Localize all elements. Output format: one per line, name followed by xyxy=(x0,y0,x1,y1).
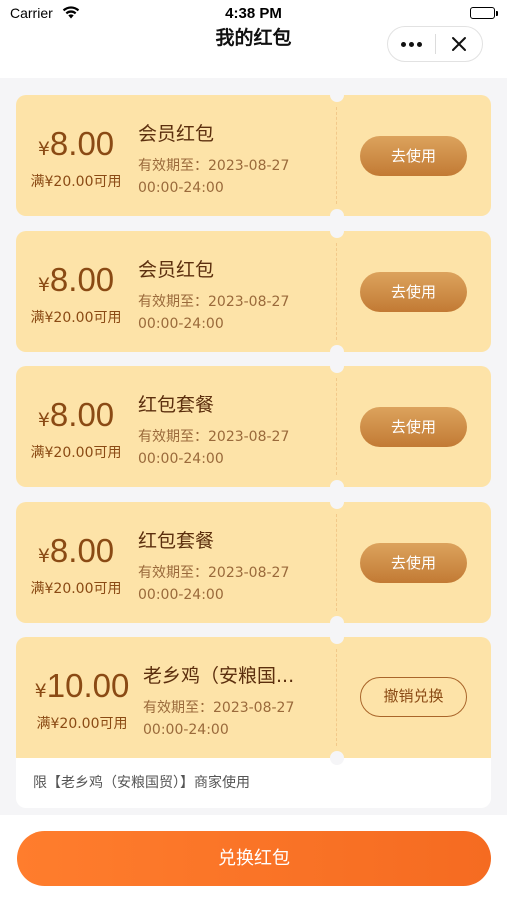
coupon-notch xyxy=(330,630,344,644)
use-coupon-button[interactable]: 去使用 xyxy=(360,542,467,583)
valid-time: 00:00-24:00 xyxy=(138,451,224,467)
coupon-amount: ¥8.00 xyxy=(16,261,136,299)
coupon-condition: 满¥20.00可用 xyxy=(36,716,128,732)
coupon-notch xyxy=(330,223,344,238)
coupon-amount: ¥8.00 xyxy=(16,396,136,434)
coupon-card: ¥8.00 满¥20.00可用 会员红包 有效期至：2023-08-27 00:0… xyxy=(16,88,491,223)
coupon-info: 红包套餐 有效期至：2023-08-27 00:00-24:00 xyxy=(138,526,328,606)
cancel-exchange-button[interactable]: 撤销兑换 xyxy=(360,677,467,717)
valid-time: 00:00-24:00 xyxy=(138,180,224,196)
nav-bar: 我的红包 xyxy=(0,26,507,78)
use-coupon-button[interactable]: 去使用 xyxy=(360,136,467,176)
coupon-divider xyxy=(336,513,337,611)
coupon-card: ¥8.00 满¥20.00可用 红包套餐 有效期至：2023-08-27 00:0… xyxy=(16,359,491,494)
coupon-condition: 满¥20.00可用 xyxy=(30,445,122,461)
coupon-name: 会员红包 xyxy=(138,123,215,145)
use-coupon-button[interactable]: 去使用 xyxy=(360,271,467,312)
valid-date: 2023-08-27 xyxy=(208,293,290,310)
status-bar: Carrier 4:38 PM xyxy=(0,0,507,26)
valid-time: 00:00-24:00 xyxy=(138,586,224,603)
amount-value: 8.00 xyxy=(49,396,115,433)
coupon-info: 会员红包 有效期至：2023-08-27 00:00-24:00 xyxy=(138,119,328,199)
coupon-notch xyxy=(330,494,344,509)
coupon-notch xyxy=(330,480,344,494)
coupon-amount: ¥10.00 xyxy=(20,667,144,705)
coupon-info: 老乡鸡（安粮国... 有效期至：2023-08-27 00:00-24:00 xyxy=(143,661,333,741)
valid-label: 有效期至： xyxy=(138,293,208,310)
currency-symbol: ¥ xyxy=(37,273,50,296)
coupon-notch xyxy=(330,751,344,765)
coupon-notch xyxy=(330,615,344,630)
status-time: 4:38 PM xyxy=(225,5,282,22)
amount-value: 10.00 xyxy=(46,667,130,704)
currency-symbol: ¥ xyxy=(37,544,50,567)
coupon-list: ¥8.00 满¥20.00可用 会员红包 有效期至：2023-08-27 00:0… xyxy=(16,88,491,808)
mini-program-capsule xyxy=(387,26,483,62)
exchange-coupon-button[interactable]: 兑换红包 xyxy=(17,831,491,886)
coupon-card: ¥10.00 满¥20.00可用 老乡鸡（安粮国... 有效期至：2023-08… xyxy=(16,630,491,765)
coupon-notch xyxy=(330,344,344,359)
amount-value: 8.00 xyxy=(49,531,115,569)
coupon-card: ¥8.00 满¥20.00可用 会员红包 有效期至：2023-08-27 00:0… xyxy=(16,223,491,359)
valid-date: 2023-08-27 xyxy=(208,158,290,174)
coupon-amount: ¥8.00 xyxy=(16,125,136,163)
battery-icon xyxy=(470,7,498,19)
valid-time: 00:00-24:00 xyxy=(143,722,229,738)
coupon-divider xyxy=(336,107,337,204)
amount-value: 8.00 xyxy=(49,125,115,162)
currency-symbol: ¥ xyxy=(37,138,50,160)
valid-date: 2023-08-27 xyxy=(213,700,295,716)
valid-label: 有效期至： xyxy=(138,158,208,174)
coupon-divider xyxy=(336,242,337,340)
coupon-name: 老乡鸡（安粮国... xyxy=(143,665,295,687)
coupon-condition: 满¥20.00可用 xyxy=(30,309,122,326)
coupon-validity: 有效期至：2023-08-27 00:00-24:00 xyxy=(143,697,333,741)
bottom-bar: 兑换红包 xyxy=(0,815,507,900)
coupon-notch xyxy=(330,359,344,373)
currency-symbol: ¥ xyxy=(34,680,47,702)
coupon-card: ¥8.00 满¥20.00可用 红包套餐 有效期至：2023-08-27 00:0… xyxy=(16,494,491,630)
coupon-name: 红包套餐 xyxy=(138,529,215,552)
valid-label: 有效期至： xyxy=(143,700,213,716)
coupon-notch xyxy=(330,209,344,223)
valid-date: 2023-08-27 xyxy=(208,429,290,445)
coupon-divider xyxy=(336,378,337,475)
coupon-name: 红包套餐 xyxy=(138,394,215,416)
currency-symbol: ¥ xyxy=(37,409,50,431)
coupon-info: 红包套餐 有效期至：2023-08-27 00:00-24:00 xyxy=(138,390,328,470)
valid-time: 00:00-24:00 xyxy=(138,315,224,332)
valid-label: 有效期至： xyxy=(138,564,208,581)
coupon-name: 会员红包 xyxy=(138,258,215,281)
use-coupon-button[interactable]: 去使用 xyxy=(360,407,467,447)
more-icon[interactable] xyxy=(388,27,435,61)
valid-date: 2023-08-27 xyxy=(208,564,290,581)
coupon-notch xyxy=(330,88,344,102)
amount-value: 8.00 xyxy=(49,260,115,298)
merchant-restriction: 限【老乡鸡（安粮国贸）】商家使用 xyxy=(16,758,491,808)
coupon-divider xyxy=(336,649,337,746)
coupon-condition: 满¥20.00可用 xyxy=(30,580,122,597)
coupon-validity: 有效期至：2023-08-27 00:00-24:00 xyxy=(138,291,328,335)
close-icon[interactable] xyxy=(436,27,482,61)
coupon-validity: 有效期至：2023-08-27 00:00-24:00 xyxy=(138,426,328,470)
coupon-info: 会员红包 有效期至：2023-08-27 00:00-24:00 xyxy=(138,255,328,335)
coupon-validity: 有效期至：2023-08-27 00:00-24:00 xyxy=(138,155,328,199)
valid-label: 有效期至： xyxy=(138,429,208,445)
coupon-validity: 有效期至：2023-08-27 00:00-24:00 xyxy=(138,562,328,606)
coupon-amount: ¥8.00 xyxy=(16,532,136,570)
coupon-condition: 满¥20.00可用 xyxy=(30,174,122,190)
